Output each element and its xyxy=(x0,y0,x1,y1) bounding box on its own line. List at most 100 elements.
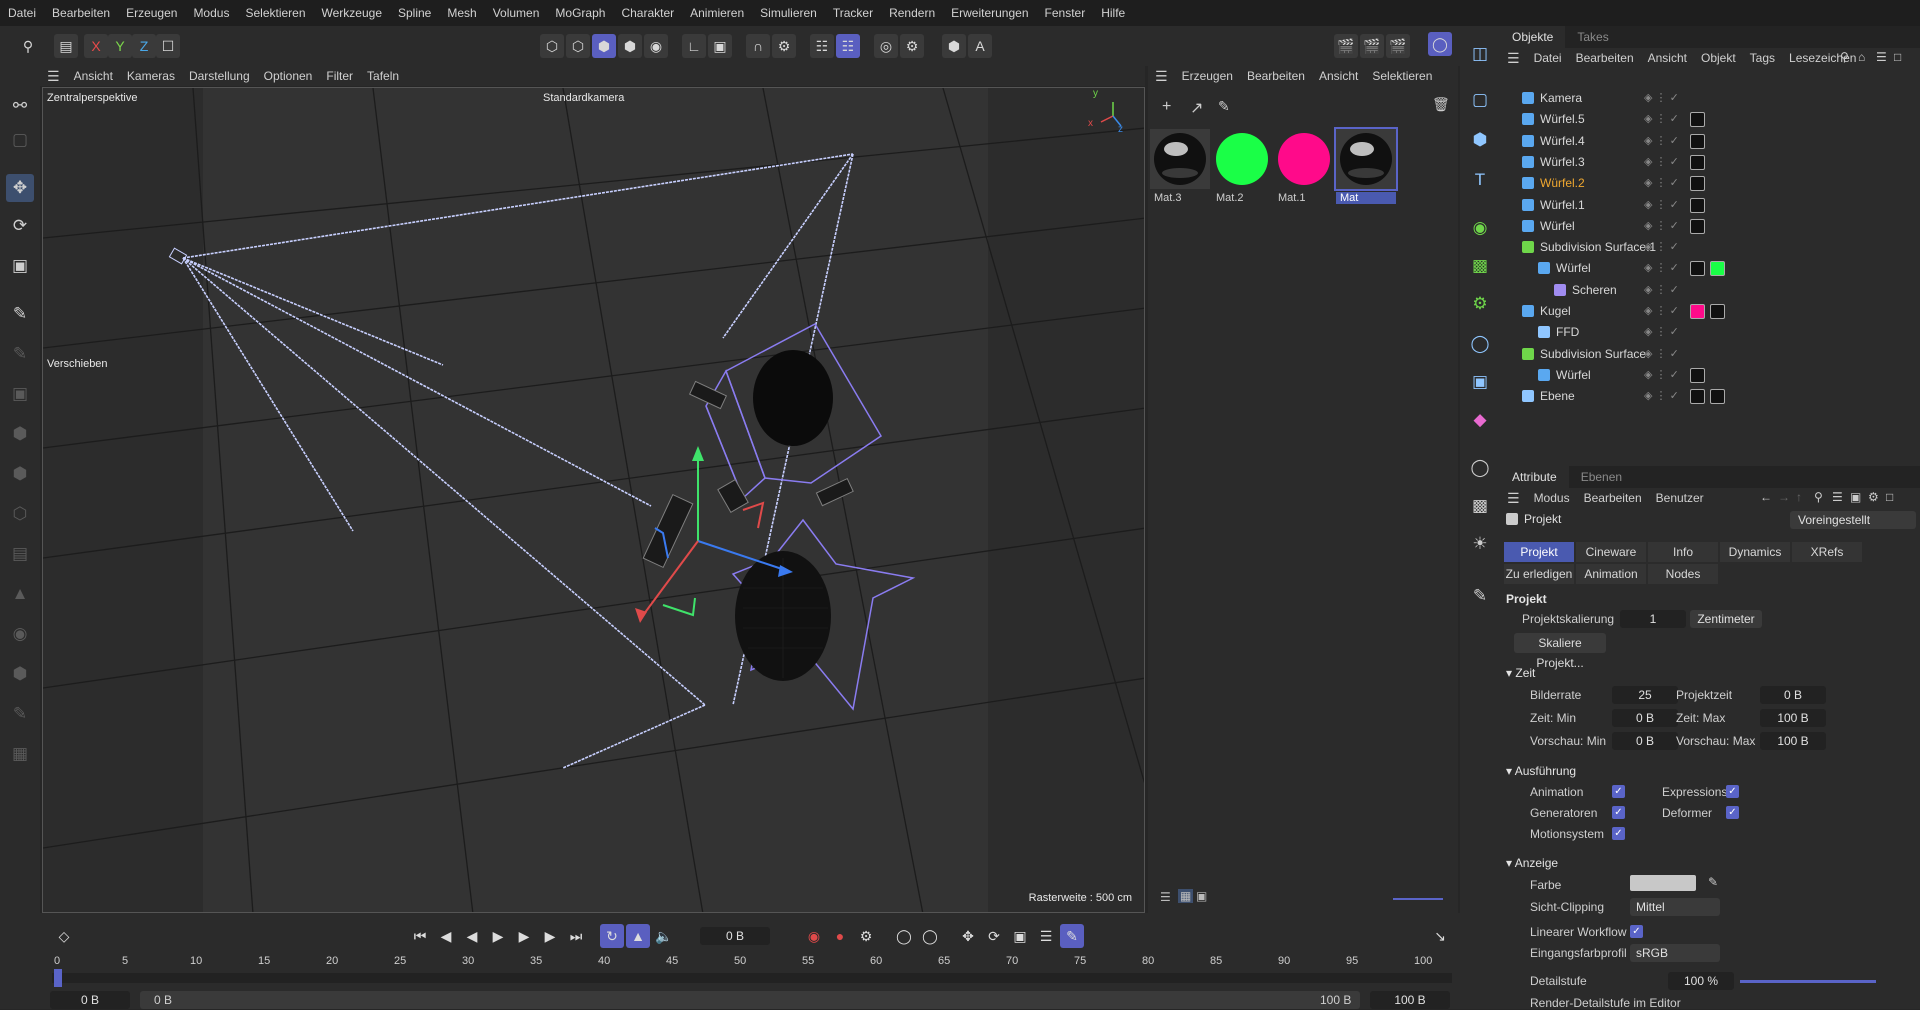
current-frame-input[interactable]: 0 B xyxy=(700,927,770,945)
material-tag-icon[interactable] xyxy=(1690,367,1705,383)
menu-item[interactable]: Hilfe xyxy=(1093,6,1133,20)
paint-icon[interactable]: ▤ xyxy=(6,540,34,568)
attribute-subtab[interactable]: Animation xyxy=(1576,564,1646,584)
menu-item[interactable]: Rendern xyxy=(881,6,943,20)
search-icon[interactable]: ⚲ xyxy=(16,34,40,58)
material-tag-icon[interactable] xyxy=(1690,389,1705,405)
object-row[interactable]: Würfel ◈ ⋮ ✓ xyxy=(1500,258,1920,279)
edges-mode-icon[interactable]: ⬡ xyxy=(566,34,590,58)
menu-item[interactable]: Modus xyxy=(185,6,237,20)
eingangsfarbprofil-dropdown[interactable]: sRGB xyxy=(1630,944,1720,962)
visibility-icon[interactable]: ◈ ⋮ ✓ xyxy=(1644,347,1679,360)
tweak-icon[interactable]: ⚙ xyxy=(772,34,796,58)
section-zeit[interactable]: ▾ Zeit xyxy=(1506,666,1535,680)
key-settings-icon[interactable]: ⚙ xyxy=(854,924,878,948)
text-icon[interactable]: T xyxy=(1466,166,1494,194)
selection-icon[interactable]: ▢ xyxy=(6,126,34,154)
material-tag-icon[interactable] xyxy=(1690,133,1705,149)
object-menu-item[interactable]: Objekt xyxy=(1694,51,1743,65)
material-menu-item[interactable]: Bearbeiten xyxy=(1240,69,1312,83)
menu-item[interactable]: Volumen xyxy=(485,6,548,20)
polygons-mode-icon[interactable]: ⬢ xyxy=(592,34,616,58)
object-row[interactable]: Würfel ◈ ⋮ ✓ xyxy=(1500,216,1920,237)
object-row[interactable]: Ebene ◈ ⋮ ✓ xyxy=(1500,386,1920,407)
object-menu-item[interactable]: Bearbeiten xyxy=(1569,51,1641,65)
object-row[interactable]: Subdivision Surface ◈ ⋮ ✓ xyxy=(1500,344,1920,365)
subdivision-icon[interactable]: ◉ xyxy=(1466,214,1494,242)
visibility-icon[interactable]: ◈ ⋮ ✓ xyxy=(1644,283,1679,296)
visibility-icon[interactable]: ◈ ⋮ ✓ xyxy=(1644,176,1679,189)
eyedropper-icon[interactable]: ✎ xyxy=(1708,875,1718,889)
viewport-menu-item[interactable]: Kameras xyxy=(120,69,182,83)
record-icon[interactable]: ◉ xyxy=(802,924,826,948)
material-swatch[interactable] xyxy=(1150,129,1210,189)
snap-icon[interactable]: ☷ xyxy=(836,34,860,58)
grid-view-icon[interactable]: ▦ xyxy=(1178,889,1194,903)
menu-item[interactable]: Simulieren xyxy=(752,6,825,20)
add-icon[interactable]: + xyxy=(1162,98,1171,116)
object-row[interactable]: Würfel ◈ ⋮ ✓ xyxy=(1500,365,1920,386)
back-icon[interactable]: ← xyxy=(1760,490,1772,504)
ffd-icon[interactable]: ▣ xyxy=(1466,368,1494,396)
workplane-icon[interactable]: ◎ xyxy=(874,34,898,58)
expand-icon[interactable]: ↘ xyxy=(1428,924,1452,948)
viewport[interactable]: Zentralperspektive Standardkamera Versch… xyxy=(42,87,1145,913)
forward-icon[interactable]: → xyxy=(1778,490,1790,504)
attribute-subtab[interactable]: Dynamics xyxy=(1720,542,1790,562)
scale-icon[interactable]: ▣ xyxy=(6,252,34,280)
solo-mode-icon[interactable]: ▣ xyxy=(708,34,732,58)
menu-item[interactable]: Animieren xyxy=(682,6,752,20)
model-mode-icon[interactable]: ⬢ xyxy=(618,34,642,58)
material-swatch[interactable] xyxy=(1212,129,1272,189)
linearer-workflow-checkbox[interactable]: ✓ xyxy=(1630,925,1643,938)
filter-icon[interactable]: ☰ xyxy=(1876,50,1887,64)
visibility-icon[interactable]: ◈ ⋮ ✓ xyxy=(1644,325,1679,338)
loop-icon[interactable]: ↻ xyxy=(600,924,624,948)
material-tag-icon[interactable] xyxy=(1690,154,1705,170)
zeit-max-input[interactable]: 100 B xyxy=(1760,709,1826,727)
next-key-icon[interactable]: ▶ xyxy=(538,924,562,948)
material-swatch[interactable] xyxy=(1334,127,1398,191)
cube-primitive-icon[interactable]: ⬢ xyxy=(942,34,966,58)
uv-icon[interactable]: ◉ xyxy=(6,620,34,648)
visibility-icon[interactable]: ◈ ⋮ ✓ xyxy=(1644,261,1679,274)
menu-item[interactable]: Datei xyxy=(0,6,44,20)
attribute-subtab[interactable]: Nodes xyxy=(1648,564,1718,584)
text-spline-icon[interactable]: A xyxy=(968,34,992,58)
material-menu-item[interactable]: Selektieren xyxy=(1365,69,1439,83)
go-start-icon[interactable]: ⏮ xyxy=(408,924,432,948)
motionsystem-checkbox[interactable]: ✓ xyxy=(1612,827,1625,840)
menu-item[interactable]: Fenster xyxy=(1037,6,1094,20)
bevel-icon[interactable]: ⬢ xyxy=(6,420,34,448)
viewport-menu-item[interactable]: Filter xyxy=(319,69,360,83)
axis-z-lock-button[interactable]: Z xyxy=(132,34,156,58)
visibility-icon[interactable]: ◈ ⋮ ✓ xyxy=(1644,112,1679,125)
vorschau-max-input[interactable]: 100 B xyxy=(1760,732,1826,750)
menu-item[interactable]: Tracker xyxy=(825,6,881,20)
keyframe-icon[interactable]: ◇ xyxy=(52,924,76,948)
menu-item[interactable]: Spline xyxy=(390,6,439,20)
environment-icon[interactable]: ◯ xyxy=(1466,454,1494,482)
object-menu-item[interactable]: Tags xyxy=(1743,51,1782,65)
detailstufe-input[interactable]: 100 % xyxy=(1668,972,1734,990)
material-tag-icon[interactable] xyxy=(1690,176,1705,192)
projektskalierung-input[interactable]: 1 xyxy=(1620,610,1686,628)
material-tag-icon[interactable] xyxy=(1710,389,1725,405)
picker-icon[interactable]: ✎ xyxy=(1218,98,1230,115)
texture-mode-icon[interactable]: ◉ xyxy=(644,34,668,58)
section-ausfuehrung[interactable]: ▾ Ausführung xyxy=(1506,764,1576,778)
object-menu-item[interactable]: Lesezeichen xyxy=(1782,51,1863,65)
hamburger-icon[interactable]: ☰ xyxy=(40,68,67,85)
stamp-icon[interactable]: ▦ xyxy=(6,740,34,768)
prev-frame-icon[interactable]: ◀ xyxy=(460,924,484,948)
skaliere-projekt-button[interactable]: Skaliere Projekt... xyxy=(1514,633,1606,670)
object-tab[interactable]: Objekte xyxy=(1500,26,1566,48)
attribute-tab[interactable]: Attribute xyxy=(1500,466,1569,488)
edit-icon[interactable]: ✎ xyxy=(1466,582,1494,610)
rotate-key-icon[interactable]: ⟳ xyxy=(982,924,1006,948)
attribute-menu-item[interactable]: Modus xyxy=(1527,491,1577,505)
zoom-slider[interactable] xyxy=(1393,898,1443,900)
trash-icon[interactable]: 🗑 xyxy=(1432,96,1450,113)
next-frame-icon[interactable]: ▶ xyxy=(512,924,536,948)
end-frame-input[interactable]: 100 B xyxy=(1370,991,1450,1009)
